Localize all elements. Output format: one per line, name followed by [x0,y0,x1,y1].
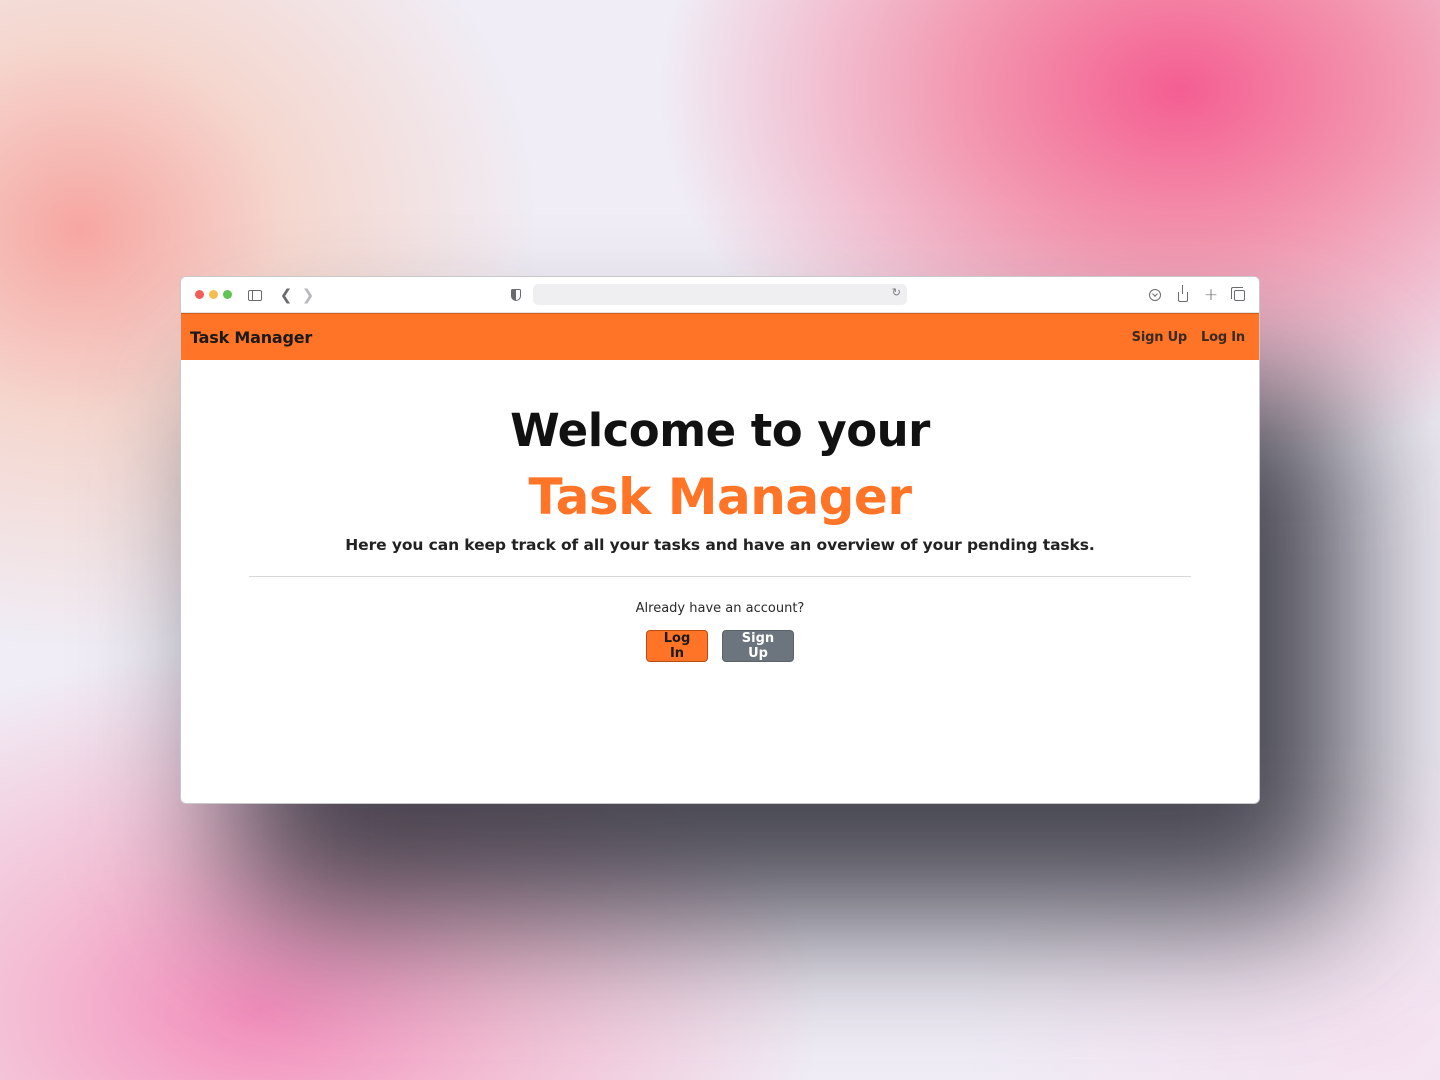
shield-icon[interactable] [509,285,523,305]
signup-button[interactable]: Sign Up [722,630,794,662]
zoom-window-button[interactable] [223,290,232,299]
back-icon[interactable]: ❮ [279,285,293,305]
share-icon[interactable] [1175,285,1191,305]
browser-toolbar: ❮ ❯ ↻ + [181,277,1259,313]
minimize-window-button[interactable] [209,290,218,299]
sidebar-icon[interactable] [247,285,263,305]
download-icon[interactable] [1147,285,1163,305]
hero-lead: Here you can keep track of all your task… [345,536,1095,554]
login-button[interactable]: Log In [646,630,708,662]
hero-heading: Welcome to your [510,404,930,457]
divider [249,576,1191,577]
nav-login-link[interactable]: Log In [1201,330,1245,345]
reload-icon[interactable]: ↻ [892,286,901,299]
close-window-button[interactable] [195,290,204,299]
browser-window: ❮ ❯ ↻ + Task Manager Sign Up Log In Welc… [180,276,1260,804]
new-tab-icon[interactable]: + [1203,285,1219,305]
forward-icon[interactable]: ❯ [301,285,315,305]
navbar: Task Manager Sign Up Log In [181,313,1259,360]
hero-section: Welcome to your Task Manager Here you ca… [181,360,1259,662]
auth-actions: Log In Sign Up [181,630,1259,662]
hero-app-name: Task Manager [528,468,912,526]
account-prompt: Already have an account? [635,601,805,616]
tabs-overview-icon[interactable] [1230,285,1247,305]
nav-links: Sign Up Log In [1132,330,1246,345]
brand-link[interactable]: Task Manager [190,328,312,347]
address-bar[interactable]: ↻ [533,284,907,305]
nav-signup-link[interactable]: Sign Up [1132,330,1188,345]
